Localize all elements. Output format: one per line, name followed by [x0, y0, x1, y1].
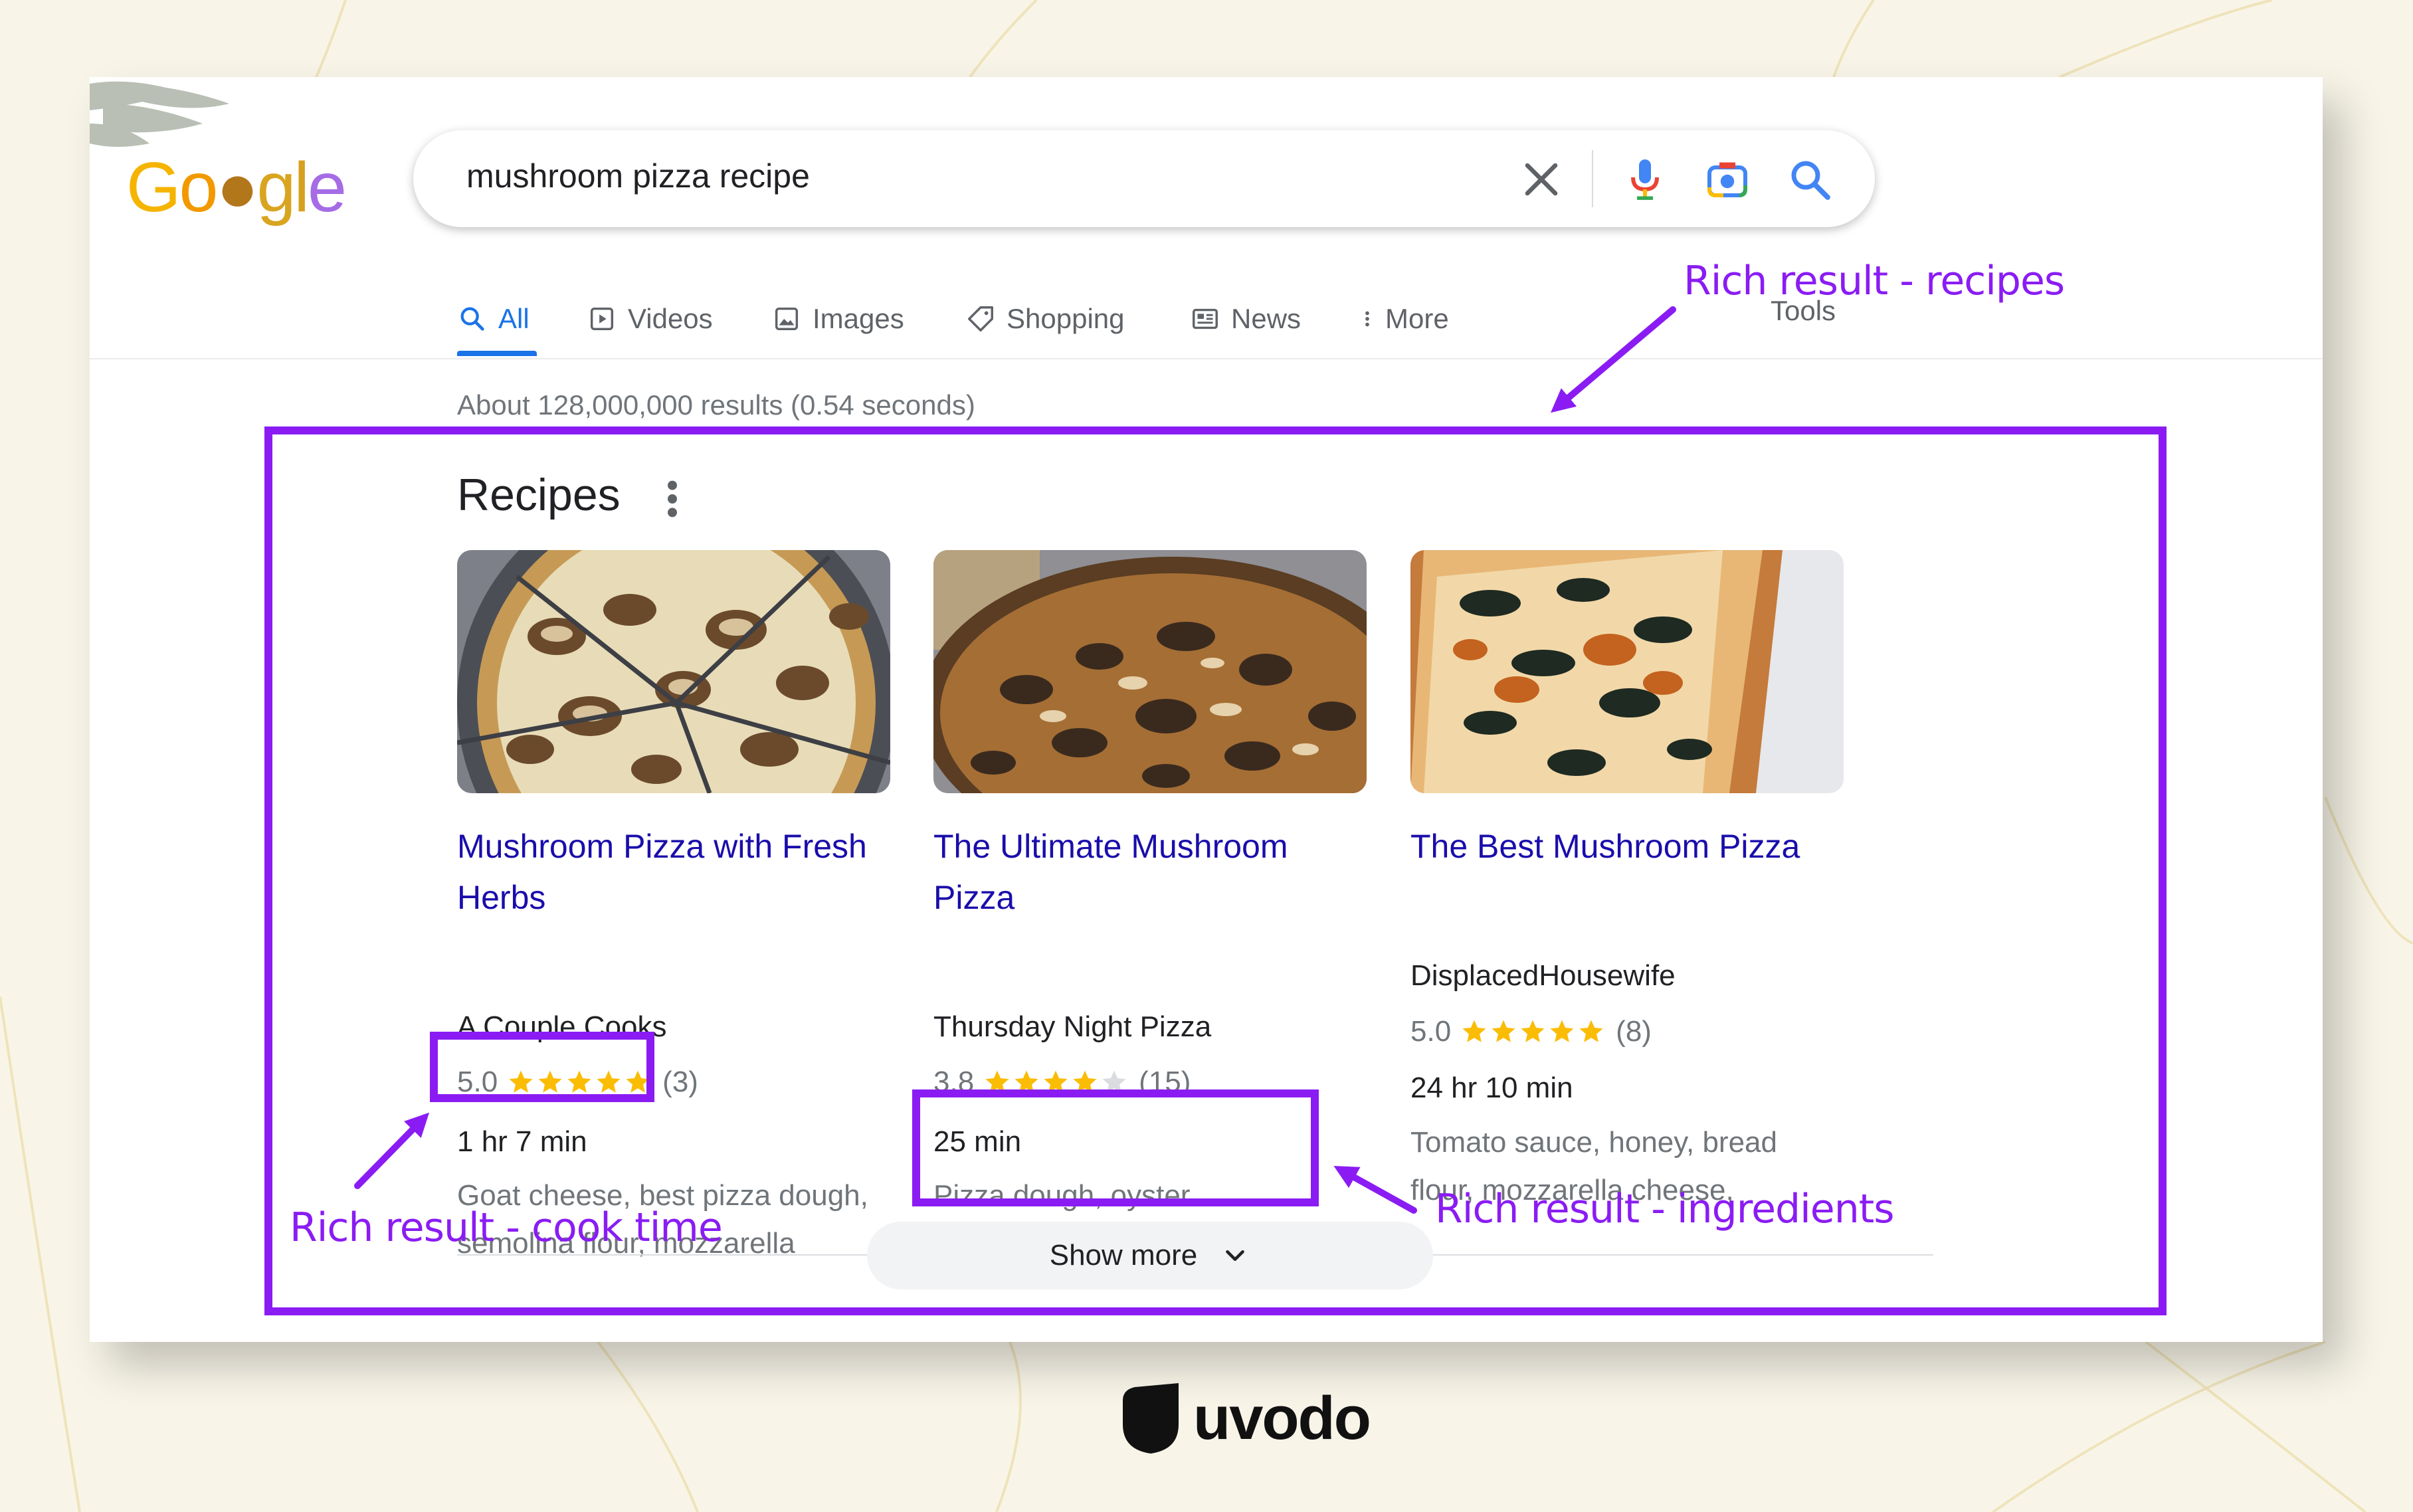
header-divider — [90, 358, 2323, 359]
logo-text: Go●gle — [126, 148, 347, 227]
annotation-box-ingredients — [912, 1089, 1319, 1206]
tab-label: All — [498, 303, 530, 334]
result-stats: About 128,000,000 results (0.54 seconds) — [457, 389, 975, 421]
mic-icon[interactable] — [1621, 155, 1669, 203]
active-tab-indicator — [457, 351, 537, 356]
annotation-label-ingredients: Rich result - ingredients — [1435, 1186, 1895, 1232]
tab-shopping[interactable]: Shopping — [965, 292, 1125, 345]
tab-label: Videos — [628, 303, 713, 334]
tab-more[interactable]: More — [1356, 292, 1449, 345]
uvodo-brand: uvodo — [1123, 1383, 1371, 1454]
tab-label: More — [1385, 303, 1449, 334]
google-doodle-logo[interactable]: Go●gle — [126, 146, 347, 229]
search-bar[interactable]: mushroom pizza recipe — [413, 130, 1875, 227]
brand-name: uvodo — [1193, 1384, 1371, 1452]
tab-videos[interactable]: Videos — [587, 292, 713, 345]
camera-icon[interactable] — [1703, 155, 1751, 203]
tab-label: Images — [813, 303, 904, 334]
tab-label: News — [1231, 303, 1302, 334]
tab-news[interactable]: News — [1190, 292, 1301, 345]
tab-images[interactable]: Images — [771, 292, 904, 345]
image-icon — [775, 307, 799, 331]
close-icon[interactable] — [1517, 155, 1565, 203]
tag-icon — [968, 306, 993, 331]
tab-label: Shopping — [1007, 303, 1125, 334]
search-icon — [460, 307, 484, 331]
doodle-leaf-icon — [90, 81, 229, 147]
play-icon — [590, 307, 614, 331]
more-vert-icon — [1365, 311, 1369, 327]
annotation-label-cook-time: Rich result - cook time — [290, 1204, 723, 1251]
annotation-label-recipes: Rich result - recipes — [1684, 258, 2065, 304]
annotation-box-cook-time — [430, 1032, 654, 1102]
search-divider — [1592, 150, 1593, 207]
news-icon — [1193, 308, 1218, 330]
search-input[interactable]: mushroom pizza recipe — [466, 157, 810, 195]
search-icon[interactable] — [1786, 155, 1834, 203]
uvodo-logo-icon — [1123, 1383, 1179, 1454]
tab-all[interactable]: All — [457, 292, 530, 345]
